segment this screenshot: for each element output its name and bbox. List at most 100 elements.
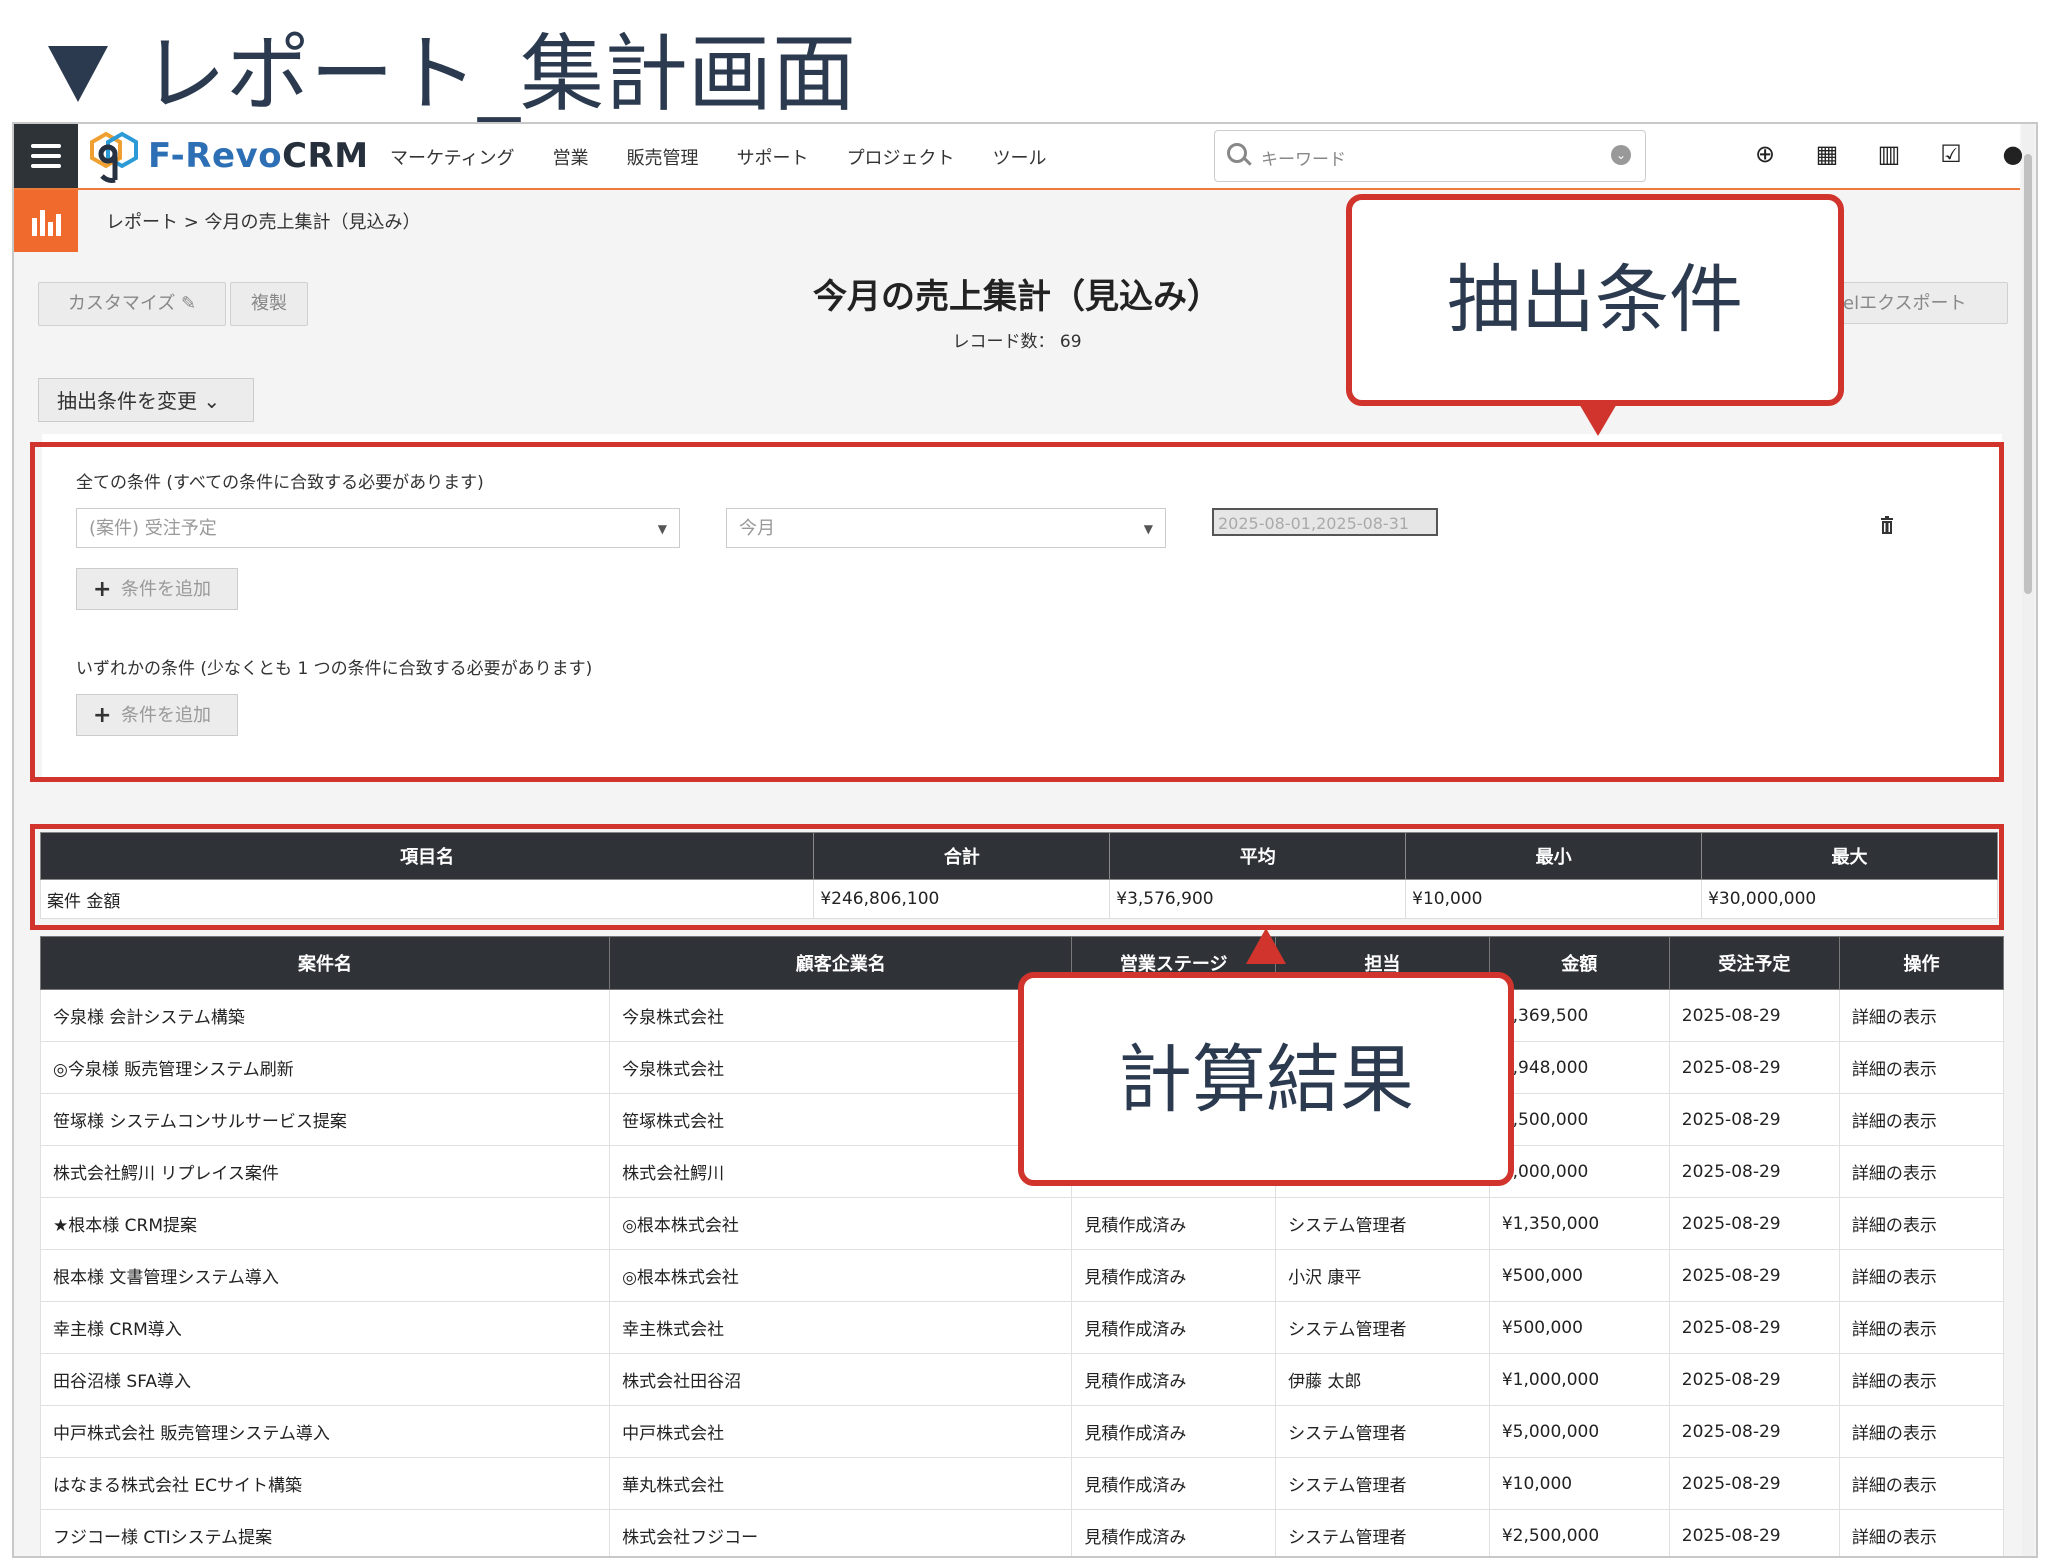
table-row[interactable]: ★根本様 CRM提案 ◎根本株式会社 見積作成済み システム管理者 ¥1,350,000… — [39, 1197, 2005, 1250]
table-cell: システム管理者 — [1275, 1301, 1490, 1354]
table-cell: 見積作成済み — [1071, 1249, 1277, 1302]
menu-item-sales-management[interactable]: 販売管理 — [627, 144, 699, 170]
table-cell: システム管理者 — [1275, 1509, 1490, 1556]
conditions-highlight-box — [30, 442, 2004, 782]
table-cell: ◎根本株式会社 — [609, 1249, 1073, 1302]
table-row[interactable]: 田谷沼様 SFA導入 株式会社田谷沼 見積作成済み 伊藤 太郎 ¥1,000,000 20… — [39, 1353, 2005, 1406]
table-cell: 見積作成済み — [1071, 1353, 1277, 1406]
column-header[interactable]: 操作 — [1838, 936, 2005, 990]
search-icon — [1227, 143, 1247, 163]
table-row[interactable]: フジコー様 CTIシステム提案 株式会社フジコー 見積作成済み システム管理者 ¥2,5… — [39, 1509, 2005, 1556]
column-header[interactable]: 顧客企業名 — [609, 936, 1073, 990]
table-cell: 2025-08-29 — [1668, 1301, 1840, 1354]
view-details-link[interactable]: 詳細の表示 — [1838, 1405, 2005, 1458]
menu-item-tools[interactable]: ツール — [993, 144, 1047, 170]
view-details-link[interactable]: 詳細の表示 — [1838, 1301, 2005, 1354]
brand-prefix: F-Revo — [148, 136, 283, 176]
task-icon[interactable]: ☑ — [1920, 138, 1982, 170]
table-cell: 今泉株式会社 — [609, 1041, 1073, 1094]
callout-pointer — [1578, 402, 1618, 436]
table-cell: 1,000,000 — [1488, 1145, 1670, 1198]
view-details-link[interactable]: 詳細の表示 — [1838, 1249, 2005, 1302]
table-row[interactable]: 中戸株式会社 販売管理システム導入 中戸株式会社 見積作成済み システム管理者 ¥5,0… — [39, 1405, 2005, 1458]
search-input[interactable]: キーワード ⌄ — [1214, 130, 1646, 182]
table-cell: 田谷沼様 SFA導入 — [39, 1353, 611, 1406]
menu-item-marketing[interactable]: マーケティング — [390, 144, 515, 170]
table-cell: ¥5,000,000 — [1488, 1405, 1670, 1458]
table-cell: ★根本様 CRM提案 — [39, 1197, 611, 1250]
column-header[interactable]: 受注予定 — [1668, 936, 1840, 990]
brand-suffix: CRM — [282, 136, 369, 176]
table-row[interactable]: 幸主様 CRM導入 幸主株式会社 見積作成済み システム管理者 ¥500,000 2025… — [39, 1301, 2005, 1354]
table-cell: ◎今泉様 販売管理システム刷新 — [39, 1041, 611, 1094]
table-cell: 株式会社鰐川 — [609, 1145, 1073, 1198]
table-cell: 笹塚様 システムコンサルサービス提案 — [39, 1093, 611, 1146]
table-cell: ¥500,000 — [1488, 1249, 1670, 1302]
scrollbar-thumb[interactable] — [2024, 154, 2032, 594]
table-cell: ¥500,000 — [1488, 1301, 1670, 1354]
table-row[interactable]: 根本様 文書管理システム導入 ◎根本株式会社 見積作成済み 小沢 康平 ¥500,000… — [39, 1249, 2005, 1302]
menu-item-project[interactable]: プロジェクト — [847, 144, 955, 170]
view-details-link[interactable]: 詳細の表示 — [1838, 1041, 2005, 1094]
table-cell: 幸主様 CRM導入 — [39, 1301, 611, 1354]
menu-icon[interactable] — [14, 124, 78, 188]
breadcrumb[interactable]: レポート > 今月の売上集計（見込み） — [106, 208, 421, 234]
table-cell: 見積作成済み — [1071, 1301, 1277, 1354]
table-cell: 株式会社田谷沼 — [609, 1353, 1073, 1406]
view-details-link[interactable]: 詳細の表示 — [1838, 1457, 2005, 1510]
top-icons: ⊕ ▦ ▥ ☑ ● — [1734, 138, 2036, 170]
view-details-link[interactable]: 詳細の表示 — [1838, 1093, 2005, 1146]
table-cell: システム管理者 — [1275, 1457, 1490, 1510]
table-cell: 3,948,000 — [1488, 1041, 1670, 1094]
conditions-callout: 抽出条件 — [1346, 194, 1844, 406]
table-cell: 2025-08-29 — [1668, 1353, 1840, 1406]
change-conditions-button[interactable]: 抽出条件を変更 ⌄ — [38, 378, 254, 422]
table-cell: 笹塚株式会社 — [609, 1093, 1073, 1146]
view-details-link[interactable]: 詳細の表示 — [1838, 1197, 2005, 1250]
report-icon[interactable] — [14, 190, 78, 252]
table-cell: 2025-08-29 — [1668, 1509, 1840, 1556]
plus-circle-icon[interactable]: ⊕ — [1734, 138, 1796, 170]
callout-pointer — [1246, 928, 1286, 964]
table-cell: 2025-08-29 — [1668, 1093, 1840, 1146]
table-cell: 見積作成済み — [1071, 1197, 1277, 1250]
table-cell: ◎根本株式会社 — [609, 1197, 1073, 1250]
chevron-down-icon[interactable]: ⌄ — [1611, 145, 1631, 165]
column-header[interactable]: 金額 — [1488, 936, 1670, 990]
table-cell: 2025-08-29 — [1668, 1145, 1840, 1198]
table-cell: システム管理者 — [1275, 1197, 1490, 1250]
table-cell: 見積作成済み — [1071, 1509, 1277, 1556]
column-header[interactable]: 案件名 — [39, 936, 611, 990]
table-cell: 小沢 康平 — [1275, 1249, 1490, 1302]
table-cell: 根本様 文書管理システム導入 — [39, 1249, 611, 1302]
search-placeholder: キーワード — [1261, 150, 1346, 170]
menu-item-sales[interactable]: 営業 — [553, 144, 589, 170]
main-menu: マーケティング 営業 販売管理 サポート プロジェクト ツール — [390, 144, 1085, 170]
table-cell: 2025-08-29 — [1668, 1197, 1840, 1250]
view-details-link[interactable]: 詳細の表示 — [1838, 989, 2005, 1042]
top-navbar: F-RevoCRM マーケティング 営業 販売管理 サポート プロジェクト ツー… — [14, 124, 2023, 190]
table-cell: 華丸株式会社 — [609, 1457, 1073, 1510]
table-cell: ¥1,000,000 — [1488, 1353, 1670, 1406]
table-row[interactable]: はなまる株式会社 ECサイト構築 華丸株式会社 見積作成済み システム管理者 ¥10,0… — [39, 1457, 2005, 1510]
table-cell: 今泉株式会社 — [609, 989, 1073, 1042]
brand-name[interactable]: F-RevoCRM — [148, 136, 369, 176]
vertical-scrollbar[interactable] — [2022, 124, 2034, 1556]
calendar-icon[interactable]: ▦ — [1796, 138, 1858, 170]
table-cell: 株式会社フジコー — [609, 1509, 1073, 1556]
table-cell: ¥10,000 — [1488, 1457, 1670, 1510]
view-details-link[interactable]: 詳細の表示 — [1838, 1353, 2005, 1406]
results-callout: 計算結果 — [1018, 972, 1514, 1186]
table-cell: 今泉様 会計システム構築 — [39, 989, 611, 1042]
table-cell: 2025-08-29 — [1668, 989, 1840, 1042]
chart-icon[interactable]: ▥ — [1858, 138, 1920, 170]
view-details-link[interactable]: 詳細の表示 — [1838, 1145, 2005, 1198]
triangle-marker-icon — [48, 46, 108, 103]
table-cell: ¥2,500,000 — [1488, 1509, 1670, 1556]
results-highlight-box — [30, 824, 2004, 930]
view-details-link[interactable]: 詳細の表示 — [1838, 1509, 2005, 1556]
table-cell: 伊藤 太郎 — [1275, 1353, 1490, 1406]
table-cell: 2025-08-29 — [1668, 1041, 1840, 1094]
menu-item-support[interactable]: サポート — [737, 144, 809, 170]
slide-title-text: レポート_集計画面 — [142, 25, 857, 123]
